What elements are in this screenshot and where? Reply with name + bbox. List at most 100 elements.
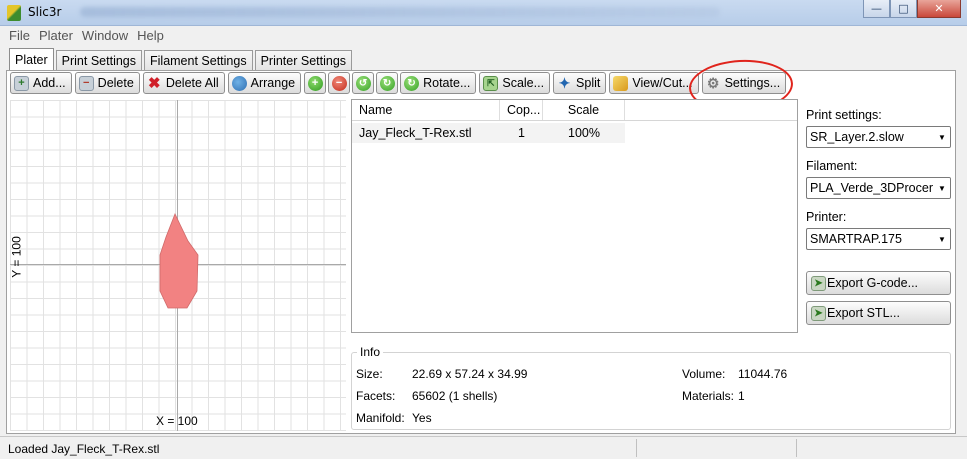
print-settings-select[interactable]: SR_Layer.2.slow ▼ [806, 126, 951, 148]
chevron-down-icon: ▼ [934, 127, 950, 147]
object-preview-shape[interactable] [10, 100, 346, 431]
rotate-icon: ↻ [404, 75, 420, 91]
tab-print-settings[interactable]: Print Settings [55, 50, 142, 71]
increase-copies-button[interactable]: + [304, 72, 327, 94]
rotate-button[interactable]: ↻ Rotate... [400, 72, 477, 94]
rotate-right-button[interactable]: ↻ [376, 72, 399, 94]
rotate-left-button[interactable]: ↺ [352, 72, 375, 94]
facets-label: Facets: [356, 389, 396, 403]
export-stl-button[interactable]: ➤ Export STL... [806, 301, 951, 325]
printer-select[interactable]: SMARTRAP.175 ▼ [806, 228, 951, 250]
print-settings-label: Print settings: [806, 108, 882, 122]
settings-presets-panel: Print settings: SR_Layer.2.slow ▼ Filame… [806, 100, 951, 325]
filament-label: Filament: [806, 159, 858, 173]
status-separator [796, 439, 797, 457]
materials-value: 1 [738, 389, 745, 403]
delete-all-button[interactable]: ✖ Delete All [142, 72, 225, 94]
column-copies[interactable]: Cop... [500, 100, 543, 120]
export-stl-label: Export STL... [827, 306, 900, 320]
manifold-value: Yes [412, 411, 432, 425]
printer-label: Printer: [806, 210, 847, 224]
settings-button-label: Settings... [724, 76, 781, 90]
decrease-copies-button[interactable]: − [328, 72, 351, 94]
plater-toolbar: + Add... − Delete ✖ Delete All Arrange +… [10, 72, 789, 94]
tab-filament-settings[interactable]: Filament Settings [144, 50, 253, 71]
menu-plater[interactable]: Plater [39, 28, 73, 43]
add-button[interactable]: + Add... [10, 72, 72, 94]
export-gcode-button[interactable]: ➤ Export G-code... [806, 271, 951, 295]
arrange-button[interactable]: Arrange [227, 72, 302, 94]
delete-button-label: Delete [97, 76, 134, 90]
print-settings-value: SR_Layer.2.slow [810, 130, 904, 144]
object-copies: 1 [500, 123, 543, 143]
tab-bar: Plater Print Settings Filament Settings … [9, 48, 354, 71]
size-value: 22.69 x 57.24 x 34.99 [412, 367, 528, 381]
list-item[interactable]: Jay_Fleck_T-Rex.stl 1 100% [352, 123, 797, 143]
maximize-button[interactable]: □ [890, 0, 917, 18]
column-scale[interactable]: Scale [543, 100, 625, 120]
info-title: Info [357, 345, 384, 359]
scale-button-label: Scale... [502, 76, 545, 90]
y-axis-label: Y = 100 [10, 236, 24, 278]
export-gcode-label: Export G-code... [827, 276, 919, 290]
add-object-icon: + [14, 75, 29, 91]
manifold-label: Manifold: [356, 411, 405, 425]
export-icon: ➤ [811, 305, 826, 321]
plus-icon: + [307, 75, 323, 91]
object-list[interactable]: Name Cop... Scale Jay_Fleck_T-Rex.stl 1 … [351, 99, 798, 333]
printer-value: SMARTRAP.175 [810, 232, 902, 246]
red-x-icon: ✖ [148, 75, 161, 92]
rotate-button-label: Rotate... [423, 76, 471, 90]
chevron-down-icon: ▼ [934, 229, 950, 249]
split-button[interactable]: ✦ Split [553, 72, 607, 94]
menu-file[interactable]: File [9, 28, 30, 43]
window-title: Slic3r [28, 5, 62, 19]
facets-value: 65602 (1 shells) [412, 389, 498, 403]
rotate-ccw-icon: ↺ [355, 75, 371, 91]
close-button[interactable]: ✕ [917, 0, 961, 18]
view-cut-button[interactable]: View/Cut... [609, 72, 699, 94]
menu-help[interactable]: Help [137, 28, 164, 43]
settings-button[interactable]: ⚙ Settings... [701, 72, 787, 94]
tab-plater[interactable]: Plater [9, 48, 54, 71]
window-controls: — □ ✕ [863, 0, 961, 18]
volume-value: 11044.76 [738, 367, 788, 381]
add-button-label: Add... [33, 76, 66, 90]
scale-button[interactable]: ⇱ Scale... [479, 72, 551, 94]
size-label: Size: [356, 367, 383, 381]
status-bar: Loaded Jay_Fleck_T-Rex.stl [0, 436, 967, 459]
menu-window[interactable]: Window [82, 28, 128, 43]
column-name[interactable]: Name [352, 100, 500, 120]
delete-button[interactable]: − Delete [74, 72, 140, 94]
title-bar: Slic3r — □ ✕ [0, 0, 967, 26]
arrange-icon [231, 75, 247, 91]
arrange-button-label: Arrange [250, 76, 296, 90]
blurred-title-region [80, 7, 720, 17]
chevron-down-icon: ▼ [934, 178, 950, 198]
status-separator [636, 439, 637, 457]
menu-bar: File Plater Window Help [0, 26, 967, 44]
scale-icon: ⇱ [483, 75, 499, 91]
view-cut-button-label: View/Cut... [632, 76, 693, 90]
x-axis-label: X = 100 [156, 414, 198, 428]
slic3r-logo-icon [7, 5, 21, 21]
export-icon: ➤ [811, 275, 826, 291]
split-icon: ✦ [558, 74, 571, 91]
filament-value: PLA_Verde_3DProcer [810, 181, 933, 195]
filament-select[interactable]: PLA_Verde_3DProcer ▼ [806, 177, 951, 199]
rotate-cw-icon: ↻ [379, 75, 395, 91]
minimize-button[interactable]: — [863, 0, 890, 18]
cube-icon [613, 75, 629, 91]
delete-all-button-label: Delete All [165, 76, 219, 90]
object-list-header: Name Cop... Scale [352, 100, 797, 121]
plater-canvas[interactable]: Y = 100 X = 100 [10, 100, 346, 431]
info-group: Info Size: 22.69 x 57.24 x 34.99 Volume:… [351, 345, 951, 430]
delete-object-icon: − [78, 75, 94, 91]
minus-icon: − [331, 75, 347, 91]
object-name: Jay_Fleck_T-Rex.stl [352, 123, 500, 143]
split-button-label: Split [576, 76, 601, 90]
materials-label: Materials: [682, 389, 735, 403]
tab-printer-settings[interactable]: Printer Settings [254, 50, 353, 71]
object-scale: 100% [543, 123, 625, 143]
volume-label: Volume: [682, 367, 726, 381]
